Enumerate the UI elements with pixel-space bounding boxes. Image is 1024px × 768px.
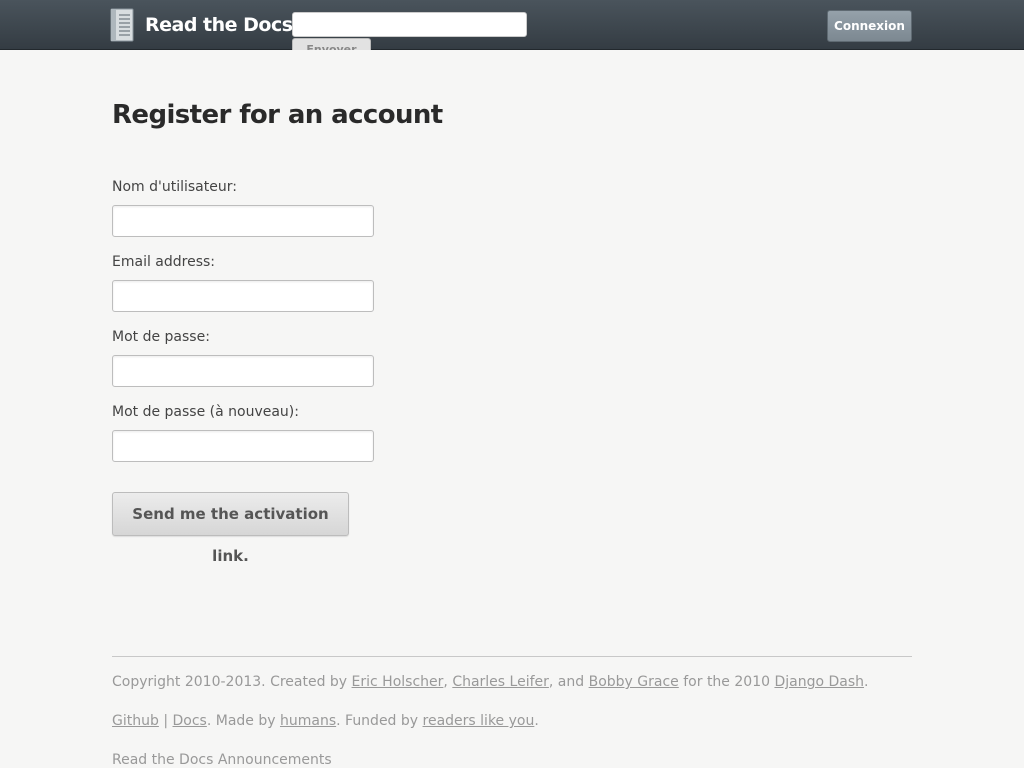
send-activation-button[interactable]: Send me the activation link. (112, 492, 349, 565)
footer-links-end: . (534, 713, 539, 729)
django-dash-link[interactable]: Django Dash (774, 674, 864, 690)
announcements-link[interactable]: Read the Docs Announcements (112, 752, 332, 768)
docs-link[interactable]: Docs (173, 713, 207, 729)
github-link[interactable]: Github (112, 713, 159, 729)
copyright-mid: for the 2010 (678, 674, 775, 690)
book-icon (110, 8, 134, 42)
readers-link[interactable]: readers like you (423, 713, 535, 729)
copyright-sep: , and (548, 674, 589, 690)
email-input[interactable] (112, 280, 374, 312)
password-confirm-label: Mot de passe (à nouveau): (112, 404, 299, 420)
copyright-end: . (864, 674, 869, 690)
username-input[interactable] (112, 205, 374, 237)
search-submit-button[interactable]: Envoyer (292, 38, 371, 50)
page-title: Register for an account (112, 100, 443, 130)
brand-logo-link[interactable]: Read the Docs (108, 7, 293, 43)
copyright-sep: , (443, 674, 453, 690)
password-input[interactable] (112, 355, 374, 387)
email-label: Email address: (112, 254, 216, 270)
top-nav-bar: Read the Docs Envoyer Connexion (0, 0, 1024, 50)
copyright-line: Copyright 2010-2013. Created by Eric Hol… (112, 674, 868, 690)
author-link-eric-holscher[interactable]: Eric Holscher (352, 674, 444, 690)
footer-pipe: | (158, 713, 173, 729)
search-input[interactable] (292, 12, 527, 37)
login-button[interactable]: Connexion (827, 10, 912, 42)
footer-divider (112, 656, 912, 657)
password-confirm-input[interactable] (112, 430, 374, 462)
brand-name: Read the Docs (145, 14, 293, 36)
footer-links-line: Github | Docs. Made by humans. Funded by… (112, 713, 539, 729)
username-label: Nom d'utilisateur: (112, 179, 237, 195)
copyright-prefix: Copyright 2010-2013. Created by (112, 674, 352, 690)
made-by-text: . Made by (206, 713, 280, 729)
humans-link[interactable]: humans (280, 713, 336, 729)
author-link-charles-leifer[interactable]: Charles Leifer (452, 674, 549, 690)
password-label: Mot de passe: (112, 329, 210, 345)
author-link-bobby-grace[interactable]: Bobby Grace (589, 674, 679, 690)
funded-by-text: . Funded by (336, 713, 423, 729)
